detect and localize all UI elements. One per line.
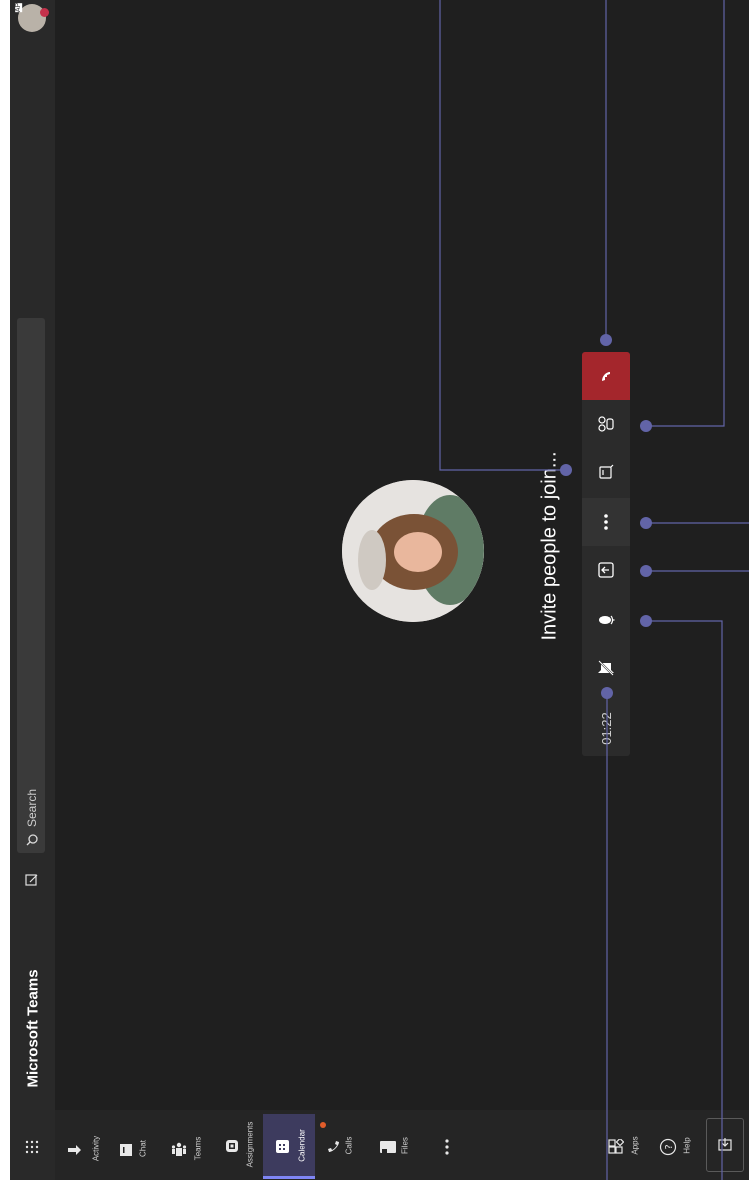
callout-dot-hangup [600, 334, 612, 346]
callout-dot-participants [640, 420, 652, 432]
callout-dot-camera [601, 687, 613, 699]
callout-dot-share [640, 565, 652, 577]
callout-dot-more [640, 517, 652, 529]
callout-dot-mic [640, 615, 652, 627]
callout-dot-invite [560, 464, 572, 476]
teams-window: Microsoft Teams Search AP Activity Chat … [10, 0, 749, 1180]
annotation-callouts [439, 0, 749, 1180]
